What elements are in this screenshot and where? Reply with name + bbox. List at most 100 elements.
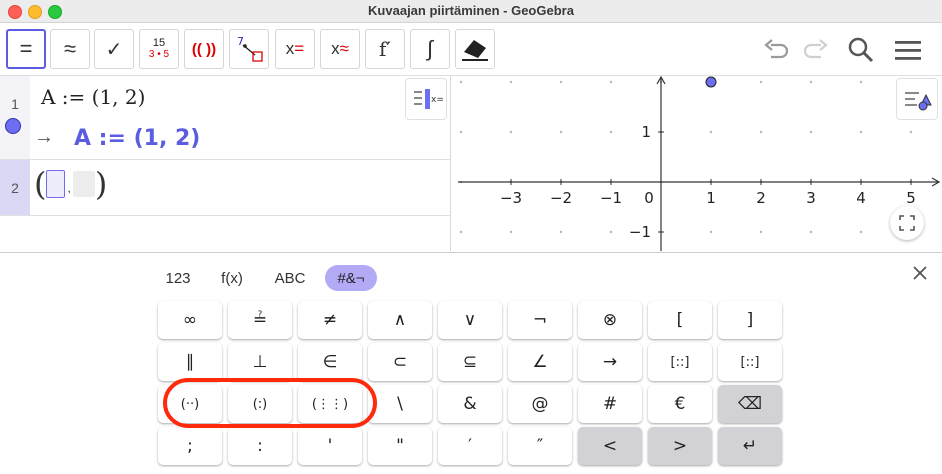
backspace-key[interactable]: ⌫ [718,385,782,423]
graphics-settings-icon [905,92,932,111]
expand-tool[interactable]: (( )) [184,29,224,69]
double-prime-key[interactable]: ″ [508,427,572,465]
semicolon-key[interactable]: ; [158,427,222,465]
tensor-key[interactable]: ⊗ [578,301,642,339]
questioned-equal-key[interactable]: ≟ [228,301,292,339]
x-tick-label: 5 [906,189,916,207]
numeric-tool[interactable]: ≈ [50,29,90,69]
arrow-key[interactable]: → [578,343,642,381]
keyboard-tab-numbers[interactable]: 123 [158,265,198,291]
key-label: & [463,394,477,414]
y-tick-label: 1 [641,123,651,141]
key-label: ; [187,436,193,456]
derivative-tool[interactable]: f′ [365,29,405,69]
subset-equal-key[interactable]: ⊆ [438,343,502,381]
keep-input-tool[interactable]: ✓ [94,29,134,69]
substitute-tool[interactable]: 7 [229,29,269,69]
row-number: 1 [11,96,19,112]
perpendicular-key[interactable]: ⊥ [228,343,292,381]
backslash-key[interactable]: \ [368,385,432,423]
undo-button[interactable] [762,35,792,65]
grid-dot [859,80,863,84]
x-tick-label: −3 [500,189,522,207]
visibility-toggle-icon[interactable] [5,118,21,134]
evaluate-tool-label: = [19,36,33,61]
grid-dot [459,80,463,84]
right-key[interactable]: > [648,427,712,465]
apostrophe-key[interactable]: ' [298,427,362,465]
grid-dot [559,130,563,134]
prime-key[interactable]: ′ [438,427,502,465]
close-keyboard-button[interactable] [912,265,928,281]
not-key[interactable]: ¬ [508,301,572,339]
enter-key[interactable]: ↵ [718,427,782,465]
fullscreen-icon [899,215,915,231]
keyboard-tab-letters[interactable]: ABC [266,265,314,291]
ampersand-key[interactable]: & [438,385,502,423]
key-label: [::] [670,354,690,370]
keyboard-tab-functions[interactable]: f(x) [212,265,252,291]
key-label: : [257,436,263,456]
row-output: A := (1, 2) [74,126,201,151]
matrix-2x2-key[interactable]: [::] [648,343,712,381]
grid-dot [459,230,463,234]
parallel-key[interactable]: ∥ [158,343,222,381]
fullscreen-button[interactable] [890,206,924,240]
factor-tool[interactable]: 15 3 • 5 [139,29,179,69]
derivative-tool-label: f′ [379,37,391,61]
point-a[interactable] [705,76,717,88]
graphics-view[interactable]: −3 −2 −1 0 1 2 3 4 5 1 −1 [456,76,942,251]
placeholder-box[interactable] [72,171,95,197]
graphics-style-button[interactable] [896,78,938,120]
integral-tool[interactable]: ∫ [410,29,450,69]
grid-dot [859,130,863,134]
element-of-key[interactable]: ∈ [298,343,362,381]
left-key[interactable]: < [578,427,642,465]
matrix-3x3-key[interactable]: [::] [718,343,782,381]
x-tick-label: −2 [550,189,572,207]
placeholder-box-active[interactable] [46,170,66,198]
left-paren: ( [34,165,47,203]
quote-key[interactable]: " [368,427,432,465]
grid-dot [559,230,563,234]
coordinate-grid[interactable]: −3 −2 −1 0 1 2 3 4 5 1 −1 [456,76,942,251]
grid-dot [609,130,613,134]
subset-key[interactable]: ⊂ [368,343,432,381]
search-button[interactable] [846,35,876,65]
grid-dot [509,230,513,234]
at-key[interactable]: @ [508,385,572,423]
and-key[interactable]: ∧ [368,301,432,339]
algebra-row-2[interactable]: 2 ( , ) [0,160,450,216]
grid-dot [709,130,713,134]
main-menu-button[interactable] [893,35,923,65]
undo-icon [764,39,789,59]
solve-tool[interactable]: x= [275,29,315,69]
angle-key[interactable]: ∠ [508,343,572,381]
euro-key[interactable]: € [648,385,712,423]
point-template-input[interactable]: ( , ) [34,166,107,202]
redo-button[interactable] [800,35,830,65]
key-label: ↵ [742,436,758,456]
window-title: Kuvaajan piirtäminen - GeoGebra [368,3,574,18]
key-label: [::] [740,354,760,370]
right-bracket-key[interactable]: ] [718,301,782,339]
x-tick-label: 1 [706,189,716,207]
infinity-key[interactable]: ∞ [158,301,222,339]
key-label: ∥ [185,352,195,372]
or-key[interactable]: ∨ [438,301,502,339]
key-label: [ [676,310,684,330]
solve-numeric-tool[interactable]: x≈ [320,29,360,69]
left-bracket-key[interactable]: [ [648,301,712,339]
algebra-settings-button[interactable]: x= [405,78,447,120]
x-tick-label: 2 [756,189,766,207]
key-label: ∧ [393,310,407,330]
delete-tool[interactable] [455,29,495,69]
keyboard-tab-symbols[interactable]: #&¬ [325,265,377,291]
evaluate-tool[interactable]: = [6,29,46,69]
row-input[interactable]: A := (1, 2) [41,85,145,109]
hash-key[interactable]: # [578,385,642,423]
not-equal-key[interactable]: ≠ [298,301,362,339]
key-label: ⊂ [392,352,408,372]
colon-key[interactable]: : [228,427,292,465]
algebra-row-1[interactable]: 1 A := (1, 2) → A := (1, 2) x= [0,76,450,160]
